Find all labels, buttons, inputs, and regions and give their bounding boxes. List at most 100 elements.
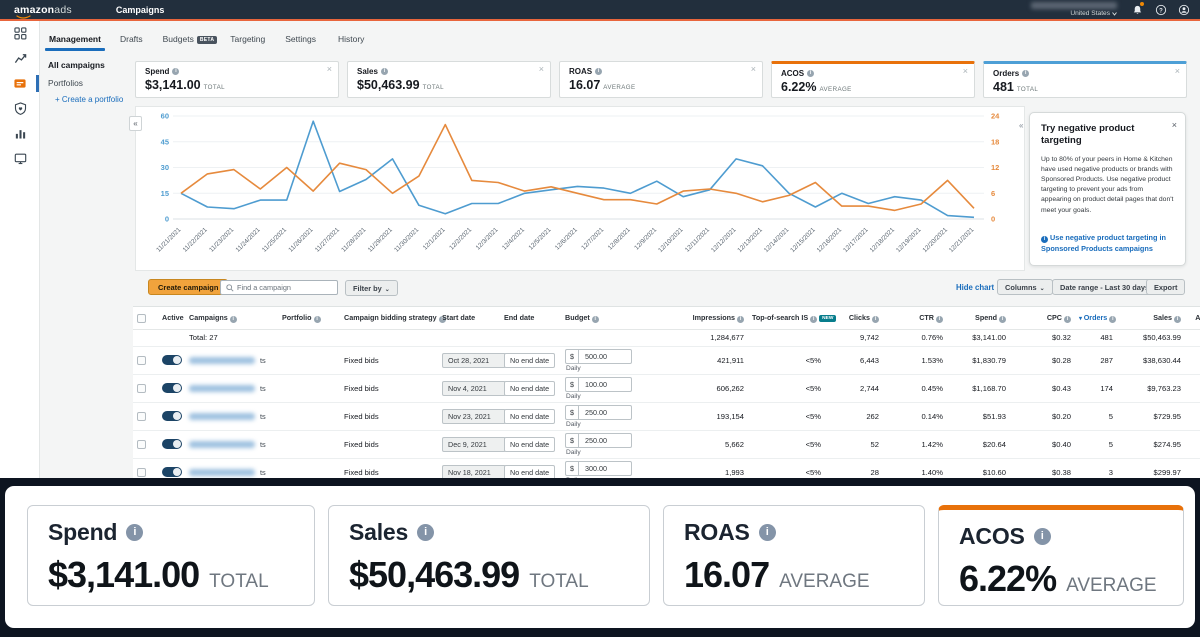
column-header-budget[interactable]: Budget i <box>561 307 688 329</box>
sidebar-item-campaigns[interactable] <box>0 71 40 96</box>
column-header-campaign-bidding-strategy[interactable]: Campaign bidding strategy i <box>340 307 438 329</box>
column-header-impressions[interactable]: Impressions i <box>688 307 748 329</box>
column-header-ctr[interactable]: CTR i <box>883 307 947 329</box>
close-icon[interactable]: × <box>963 67 968 76</box>
end-date-field[interactable]: No end date <box>504 381 555 396</box>
close-icon[interactable]: × <box>751 65 756 74</box>
account-switcher[interactable]: United States <box>1031 2 1117 17</box>
info-icon[interactable]: i <box>1109 316 1116 323</box>
sidebar-item-home[interactable] <box>0 21 40 46</box>
row-checkbox[interactable] <box>137 356 146 365</box>
budget-field[interactable]: $500.00 <box>565 349 632 364</box>
close-icon[interactable]: × <box>327 65 332 74</box>
column-header-acos[interactable]: ACOS <box>1185 307 1200 329</box>
campaign-active-toggle[interactable] <box>162 355 182 365</box>
row-checkbox[interactable] <box>137 412 146 421</box>
info-icon[interactable]: i <box>807 70 814 77</box>
end-date-field[interactable]: No end date <box>504 465 555 479</box>
metric-card-sales[interactable]: Salesi $50,463.99TOTAL × <box>347 61 551 98</box>
column-header-cpc[interactable]: CPC i <box>1010 307 1075 329</box>
end-date-field[interactable]: No end date <box>504 409 555 424</box>
campaign-active-toggle[interactable] <box>162 383 182 393</box>
info-icon[interactable]: i <box>810 316 817 323</box>
row-checkbox[interactable] <box>137 440 146 449</box>
tab-targeting[interactable]: Targeting <box>230 34 265 44</box>
sidebar-item-performance[interactable] <box>0 46 40 71</box>
select-all-checkbox[interactable] <box>137 314 146 323</box>
info-icon[interactable]: i <box>314 316 321 323</box>
info-icon[interactable]: i <box>1174 316 1181 323</box>
info-icon[interactable]: i <box>1022 70 1029 77</box>
column-header-top-of-search-is[interactable]: Top-of-search IS iNEW <box>748 307 825 329</box>
campaign-name-redacted[interactable] <box>189 385 255 392</box>
info-icon[interactable]: i <box>936 316 943 323</box>
start-date-field[interactable]: Nov 4, 2021 <box>442 381 506 396</box>
export-button[interactable]: Export <box>1146 279 1185 295</box>
end-date-field[interactable]: No end date <box>504 437 555 452</box>
campaign-active-toggle[interactable] <box>162 411 182 421</box>
search-input[interactable] <box>237 283 332 292</box>
metric-card-spend[interactable]: Spendi $3,141.00TOTAL × <box>135 61 339 98</box>
sidebar-item-reports[interactable] <box>0 121 40 146</box>
column-header-sales[interactable]: Sales i <box>1117 307 1185 329</box>
campaign-name-redacted[interactable] <box>189 357 255 364</box>
column-header-end-date[interactable]: End date <box>500 307 561 329</box>
campaign-active-toggle[interactable] <box>162 467 182 477</box>
budget-field[interactable]: $100.00 <box>565 377 632 392</box>
info-icon[interactable]: i <box>230 316 237 323</box>
tab-budgets[interactable]: BudgetsBETA <box>163 34 218 44</box>
campaign-active-toggle[interactable] <box>162 439 182 449</box>
start-date-field[interactable]: Oct 28, 2021 <box>442 353 506 368</box>
region-selector[interactable]: United States <box>1070 10 1117 17</box>
metric-card-acos[interactable]: ACOSi 6.22%AVERAGE × <box>771 61 975 98</box>
create-portfolio-link[interactable]: + Create a portfolio <box>48 95 133 104</box>
metric-card-orders[interactable]: Ordersi 481TOTAL × <box>983 61 1187 98</box>
campaign-name-redacted[interactable] <box>189 413 255 420</box>
info-icon[interactable]: i <box>381 68 388 75</box>
column-header-campaigns[interactable]: Campaigns i <box>185 307 278 329</box>
end-date-field[interactable]: No end date <box>504 353 555 368</box>
column-header-active[interactable]: Active <box>158 307 185 329</box>
promo-collapse-icon[interactable]: « <box>1019 121 1023 130</box>
sidebar-item-all-campaigns[interactable]: All campaigns <box>48 60 133 70</box>
campaign-name-redacted[interactable] <box>189 469 255 476</box>
sidebar-item-portfolios[interactable]: Portfolios <box>48 78 133 88</box>
sidebar-item-access[interactable] <box>0 146 40 171</box>
metric-card-roas[interactable]: ROASi 16.07AVERAGE × <box>559 61 763 98</box>
tab-management[interactable]: Management <box>49 34 101 44</box>
info-icon[interactable]: i <box>1064 316 1071 323</box>
info-icon[interactable]: i <box>172 68 179 75</box>
recommendation-link[interactable]: iUse negative product targeting in Spons… <box>1041 233 1177 255</box>
start-date-field[interactable]: Nov 23, 2021 <box>442 409 506 424</box>
campaign-name-redacted[interactable] <box>189 441 255 448</box>
chart-collapse-button[interactable]: « <box>129 116 142 131</box>
tab-drafts[interactable]: Drafts <box>120 34 143 44</box>
budget-field[interactable]: $300.00 <box>565 461 632 476</box>
column-header-spend[interactable]: Spend i <box>947 307 1010 329</box>
info-icon[interactable]: i <box>595 68 602 75</box>
help-icon[interactable]: ? <box>1154 3 1167 16</box>
date-range-button[interactable]: Date range - Last 30 days <box>1052 279 1157 295</box>
column-header-start-date[interactable]: Start date <box>438 307 500 329</box>
info-icon[interactable]: i <box>872 316 879 323</box>
info-icon[interactable]: i <box>999 316 1006 323</box>
budget-field[interactable]: $250.00 <box>565 433 632 448</box>
close-icon[interactable]: × <box>1175 67 1180 76</box>
start-date-field[interactable]: Dec 9, 2021 <box>442 437 506 452</box>
tab-settings[interactable]: Settings <box>285 34 316 44</box>
amazon-ads-logo[interactable]: amazonads <box>14 4 72 16</box>
hide-chart-link[interactable]: Hide chart <box>956 283 994 292</box>
create-campaign-button[interactable]: Create campaign <box>148 279 228 295</box>
close-icon[interactable]: × <box>539 65 544 74</box>
row-checkbox[interactable] <box>137 468 146 477</box>
budget-field[interactable]: $250.00 <box>565 405 632 420</box>
info-icon[interactable]: i <box>592 316 599 323</box>
row-checkbox[interactable] <box>137 384 146 393</box>
column-header-orders[interactable]: ▾ Orders i <box>1075 307 1117 329</box>
column-header-portfolio[interactable]: Portfolio i <box>278 307 340 329</box>
tab-history[interactable]: History <box>338 34 364 44</box>
sidebar-item-brand-safety[interactable] <box>0 96 40 121</box>
filter-by-button[interactable]: Filter by⌄ <box>345 280 398 296</box>
account-profile-icon[interactable] <box>1177 3 1190 16</box>
start-date-field[interactable]: Nov 18, 2021 <box>442 465 506 479</box>
